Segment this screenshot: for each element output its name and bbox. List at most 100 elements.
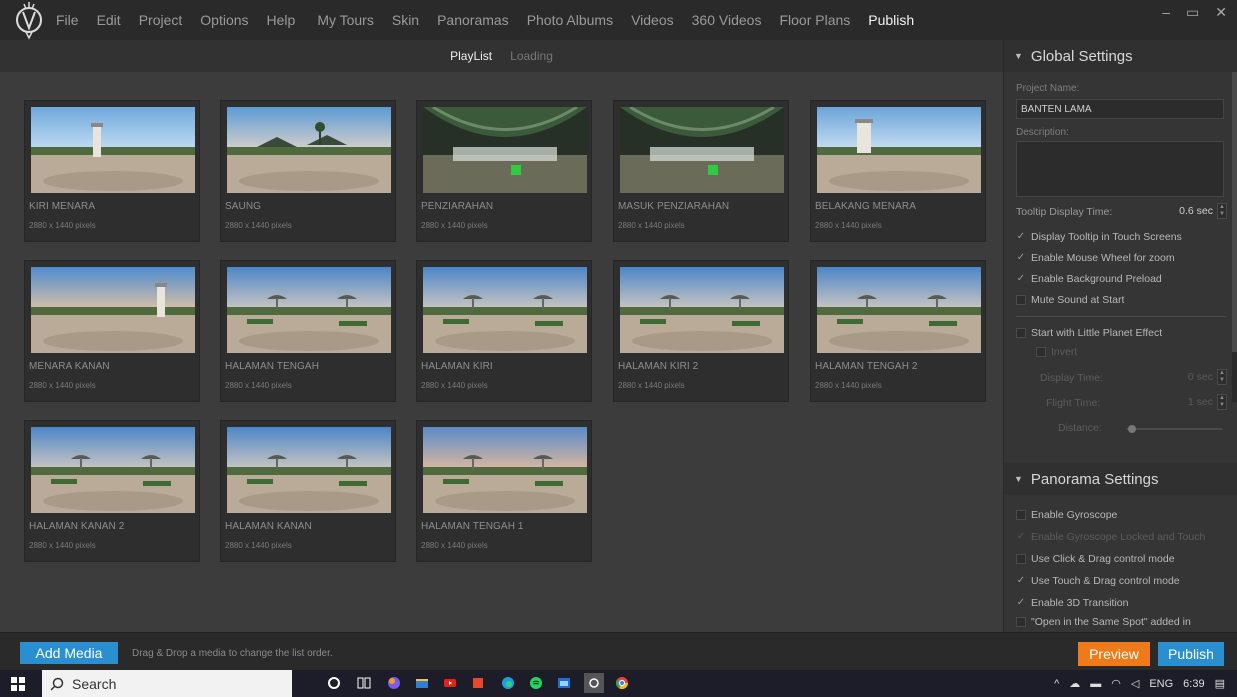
menu-help[interactable]: Help — [267, 12, 296, 28]
panorama-card[interactable]: HALAMAN KANAN 2880 x 1440 pixels — [220, 420, 396, 562]
panorama-card[interactable]: SAUNG 2880 x 1440 pixels — [220, 100, 396, 242]
tab-loading[interactable]: Loading — [510, 49, 553, 63]
pano2vr-taskbar-icon[interactable] — [584, 673, 604, 693]
checkmark-icon[interactable]: ✓ — [1016, 576, 1026, 586]
touch-drag-option[interactable]: ✓ Use Touch & Drag control mode — [1016, 575, 1228, 587]
panorama-card[interactable]: MENARA KANAN 2880 x 1440 pixels — [24, 260, 200, 402]
flight-time-spinner[interactable]: 1 sec ▲ ▼ — [1188, 394, 1227, 410]
checkmark-icon[interactable]: ✓ — [1016, 253, 1026, 263]
menu-360-videos[interactable]: 360 Videos — [692, 12, 762, 28]
panorama-thumbnail[interactable] — [817, 107, 981, 193]
tooltip-time-spinner[interactable]: 0.6 sec ▲ ▼ — [1179, 203, 1227, 219]
bg-preload-option[interactable]: ✓ Enable Background Preload — [1016, 273, 1228, 285]
display-time-spinner[interactable]: 0 sec ▲ ▼ — [1188, 369, 1227, 385]
checkbox-empty-icon[interactable] — [1016, 554, 1026, 564]
panorama-card[interactable]: KIRI MENARA 2880 x 1440 pixels — [24, 100, 200, 242]
youtube-icon[interactable] — [442, 675, 458, 691]
panorama-thumbnail[interactable] — [423, 267, 587, 353]
checkbox-empty-icon[interactable] — [1016, 617, 1026, 627]
panorama-card[interactable]: HALAMAN KIRI 2880 x 1440 pixels — [416, 260, 592, 402]
taskbar-search-box[interactable]: Search — [42, 670, 292, 697]
tooltip-time-value[interactable]: 0.6 sec — [1179, 205, 1213, 217]
menu-edit[interactable]: Edit — [97, 12, 121, 28]
panorama-thumbnail[interactable] — [423, 427, 587, 513]
panorama-thumbnail[interactable] — [31, 267, 195, 353]
edge-browser-icon[interactable] — [500, 675, 516, 691]
preview-button[interactable]: Preview — [1078, 642, 1150, 666]
menu-publish[interactable]: Publish — [868, 12, 914, 28]
close-icon[interactable]: ✕ — [1215, 4, 1227, 21]
task-view-icon[interactable] — [356, 675, 372, 691]
click-drag-option[interactable]: Use Click & Drag control mode — [1016, 553, 1228, 565]
description-textarea[interactable] — [1016, 141, 1224, 197]
add-media-button[interactable]: Add Media — [20, 642, 118, 664]
menu-videos[interactable]: Videos — [631, 12, 674, 28]
panorama-card[interactable]: MASUK PENZIARAHAN 2880 x 1440 pixels — [613, 100, 789, 242]
checkmark-icon[interactable]: ✓ — [1016, 274, 1026, 284]
display-tooltip-touch-option[interactable]: ✓ Display Tooltip in Touch Screens — [1016, 231, 1228, 243]
menu-photo-albums[interactable]: Photo Albums — [527, 12, 613, 28]
checkbox-empty-icon[interactable] — [1016, 295, 1026, 305]
panorama-thumbnail[interactable] — [620, 267, 784, 353]
chrome-icon[interactable] — [614, 675, 630, 691]
panorama-card[interactable]: PENZIARAHAN 2880 x 1440 pixels — [416, 100, 592, 242]
transition-3d-option[interactable]: ✓ Enable 3D Transition — [1016, 597, 1228, 609]
minimize-icon[interactable]: – — [1162, 4, 1170, 21]
checkbox-empty-icon[interactable] — [1016, 510, 1026, 520]
photos-app-icon[interactable] — [556, 675, 572, 691]
panorama-settings-header[interactable]: ▼ Panorama Settings — [1004, 463, 1237, 495]
panorama-card[interactable]: BELAKANG MENARA 2880 x 1440 pixels — [810, 100, 986, 242]
global-settings-header[interactable]: ▼ Global Settings — [1004, 40, 1237, 72]
gyro-locked-option[interactable]: ✓ Enable Gyroscope Locked and Touch — [1016, 531, 1228, 543]
file-explorer-icon[interactable] — [414, 675, 430, 691]
tray-cloud-icon[interactable]: ☁ — [1069, 677, 1080, 690]
tray-up-chevron-icon[interactable]: ^ — [1054, 678, 1059, 690]
little-planet-option[interactable]: Start with Little Planet Effect — [1016, 327, 1228, 339]
restore-icon[interactable]: ▭ — [1186, 4, 1199, 21]
menu-skin[interactable]: Skin — [392, 12, 419, 28]
menu-panoramas[interactable]: Panoramas — [437, 12, 509, 28]
gyroscope-option[interactable]: Enable Gyroscope — [1016, 509, 1228, 521]
slider-knob[interactable] — [1128, 425, 1136, 433]
menu-my-tours[interactable]: My Tours — [317, 12, 374, 28]
clock[interactable]: 6:39 — [1183, 678, 1204, 690]
mouse-wheel-option[interactable]: ✓ Enable Mouse Wheel for zoom — [1016, 252, 1228, 264]
panorama-thumbnail[interactable] — [620, 107, 784, 193]
panorama-thumbnail[interactable] — [31, 107, 195, 193]
invert-option[interactable]: Invert — [1036, 346, 1237, 358]
menu-file[interactable]: File — [56, 12, 79, 28]
project-name-input[interactable]: BANTEN LAMA — [1016, 99, 1224, 119]
app-multicolor-icon[interactable] — [386, 675, 402, 691]
tab-playlist[interactable]: PlayList — [450, 49, 492, 63]
scrollbar-thumb[interactable] — [1232, 72, 1237, 352]
checkmark-icon[interactable]: ✓ — [1016, 532, 1026, 542]
display-time-value[interactable]: 0 sec — [1188, 371, 1213, 383]
spinner-arrows-icon[interactable]: ▲ ▼ — [1217, 394, 1227, 410]
panorama-card[interactable]: HALAMAN KIRI 2 2880 x 1440 pixels — [613, 260, 789, 402]
publish-button[interactable]: Publish — [1158, 642, 1224, 666]
panorama-thumbnail[interactable] — [227, 107, 391, 193]
cortana-circle-icon[interactable] — [326, 675, 342, 691]
checkmark-icon[interactable]: ✓ — [1016, 598, 1026, 608]
panorama-thumbnail[interactable] — [31, 427, 195, 513]
open-same-spot-option[interactable]: "Open in the Same Spot" added in — [1016, 616, 1228, 628]
flight-time-value[interactable]: 1 sec — [1188, 396, 1213, 408]
spotify-icon[interactable] — [528, 675, 544, 691]
panorama-card[interactable]: HALAMAN TENGAH 2 2880 x 1440 pixels — [810, 260, 986, 402]
checkbox-empty-icon[interactable] — [1036, 347, 1046, 357]
panorama-thumbnail[interactable] — [227, 267, 391, 353]
language-indicator[interactable]: ENG — [1149, 678, 1173, 690]
panorama-card[interactable]: HALAMAN KANAN 2 2880 x 1440 pixels — [24, 420, 200, 562]
checkmark-icon[interactable]: ✓ — [1016, 232, 1026, 242]
battery-icon[interactable]: ▬ — [1090, 678, 1101, 690]
windows-start-icon[interactable] — [0, 670, 36, 697]
checkbox-empty-icon[interactable] — [1016, 328, 1026, 338]
panorama-card[interactable]: HALAMAN TENGAH 2880 x 1440 pixels — [220, 260, 396, 402]
panorama-thumbnail[interactable] — [817, 267, 981, 353]
menu-project[interactable]: Project — [139, 12, 183, 28]
panorama-thumbnail[interactable] — [423, 107, 587, 193]
spinner-arrows-icon[interactable]: ▲ ▼ — [1217, 203, 1227, 219]
panorama-thumbnail[interactable] — [227, 427, 391, 513]
notification-icon[interactable]: ▤ — [1215, 677, 1225, 690]
panorama-card[interactable]: HALAMAN TENGAH 1 2880 x 1440 pixels — [416, 420, 592, 562]
